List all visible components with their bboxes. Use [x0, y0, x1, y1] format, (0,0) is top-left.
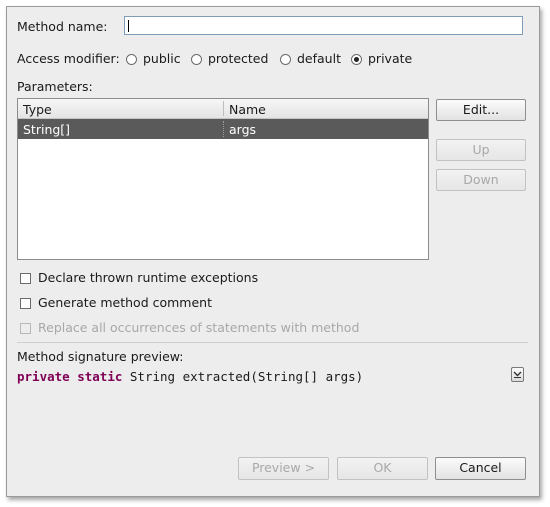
signature-preview-label: Method signature preview:: [17, 349, 184, 364]
table-row[interactable]: String[] args: [18, 119, 428, 139]
expand-preview-button[interactable]: [511, 367, 524, 382]
declare-exceptions-checkbox[interactable]: Declare thrown runtime exceptions: [20, 270, 258, 285]
preview-button[interactable]: Preview >: [238, 457, 329, 480]
radio-public[interactable]: public: [126, 51, 181, 66]
ok-button[interactable]: OK: [337, 457, 428, 480]
radio-private-icon: [351, 54, 362, 65]
checkbox-icon: [20, 298, 31, 309]
signature-preview: private static String extracted(String[]…: [17, 369, 363, 384]
checkbox-icon: [20, 323, 31, 334]
radio-public-icon: [126, 54, 137, 65]
down-button[interactable]: Down: [436, 169, 526, 191]
cell-name: args: [229, 122, 257, 137]
method-name-label: Method name:: [17, 19, 108, 34]
generate-comment-checkbox[interactable]: Generate method comment: [20, 295, 212, 310]
cell-type: String[]: [23, 122, 71, 137]
radio-default-icon: [280, 54, 291, 65]
keyword-static: static: [77, 369, 123, 384]
radio-protected-icon: [191, 54, 202, 65]
radio-protected[interactable]: protected: [191, 51, 268, 66]
chevron-down-icon: [513, 371, 522, 378]
radio-default[interactable]: default: [280, 51, 341, 66]
column-divider: [223, 101, 224, 116]
method-name-input[interactable]: [124, 16, 523, 35]
replace-occurrences-checkbox[interactable]: Replace all occurrences of statements wi…: [20, 320, 359, 335]
column-header-name[interactable]: Name: [229, 102, 266, 117]
text-cursor: [128, 20, 129, 32]
table-header: Type Name: [18, 99, 428, 119]
cancel-button[interactable]: Cancel: [435, 457, 526, 480]
radio-private[interactable]: private: [351, 51, 412, 66]
parameters-table[interactable]: Type Name String[] args: [17, 98, 429, 260]
cell-divider: [223, 121, 224, 137]
parameters-label: Parameters:: [17, 79, 93, 94]
extract-method-dialog: Method name: Access modifier: public pro…: [6, 6, 540, 497]
signature-text: String extracted(String[] args): [129, 369, 364, 384]
up-button[interactable]: Up: [436, 139, 526, 161]
checkbox-icon: [20, 273, 31, 284]
keyword-private: private: [17, 369, 70, 384]
column-header-type[interactable]: Type: [23, 102, 52, 117]
edit-button[interactable]: Edit...: [436, 99, 526, 121]
separator: [17, 342, 528, 343]
access-modifier-label: Access modifier:: [17, 51, 120, 66]
